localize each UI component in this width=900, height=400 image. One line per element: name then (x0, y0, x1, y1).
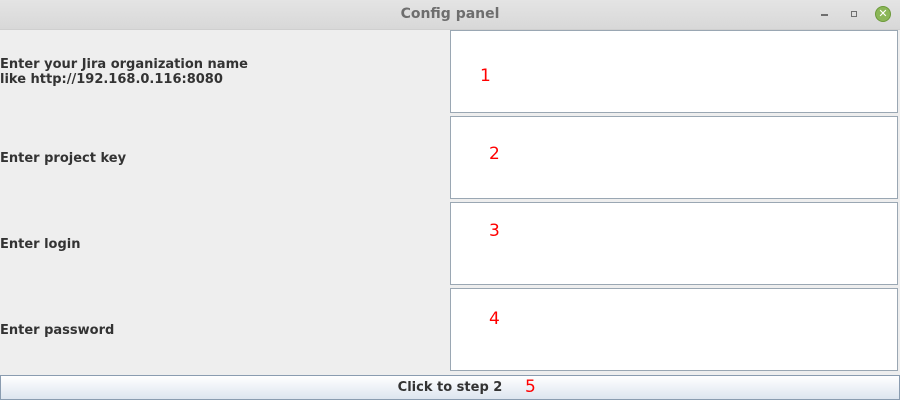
close-button[interactable]: ✕ (874, 5, 892, 23)
minimize-icon[interactable] (815, 5, 833, 23)
password-field[interactable] (450, 288, 898, 371)
login-label: Enter login (0, 237, 81, 252)
annotation-5: 5 (525, 377, 536, 397)
annotation-2: 2 (489, 144, 500, 164)
org-name-field[interactable] (450, 30, 898, 113)
maximize-icon[interactable] (845, 5, 863, 23)
password-label: Enter password (0, 323, 115, 338)
close-icon[interactable]: ✕ (875, 6, 891, 22)
window-title: Config panel (400, 6, 500, 22)
org-name-label: Enter your Jira organization name like h… (0, 57, 248, 87)
org-name-label-line2: like http://192.168.0.116:8080 (0, 72, 223, 87)
annotation-4: 4 (489, 309, 500, 329)
annotation-3: 3 (489, 221, 500, 241)
org-name-label-line1: Enter your Jira organization name (0, 57, 248, 72)
project-key-field[interactable] (450, 116, 898, 199)
step-2-button-label: Click to step 2 (397, 380, 503, 395)
annotation-1: 1 (480, 66, 491, 86)
config-window: Config panel ✕ Enter your Jira organizat… (0, 0, 900, 400)
project-key-label: Enter project key (0, 151, 127, 166)
step-2-button[interactable]: Click to step 2 (0, 375, 900, 400)
title-bar[interactable]: Config panel ✕ (0, 0, 900, 30)
login-field[interactable] (450, 202, 898, 285)
